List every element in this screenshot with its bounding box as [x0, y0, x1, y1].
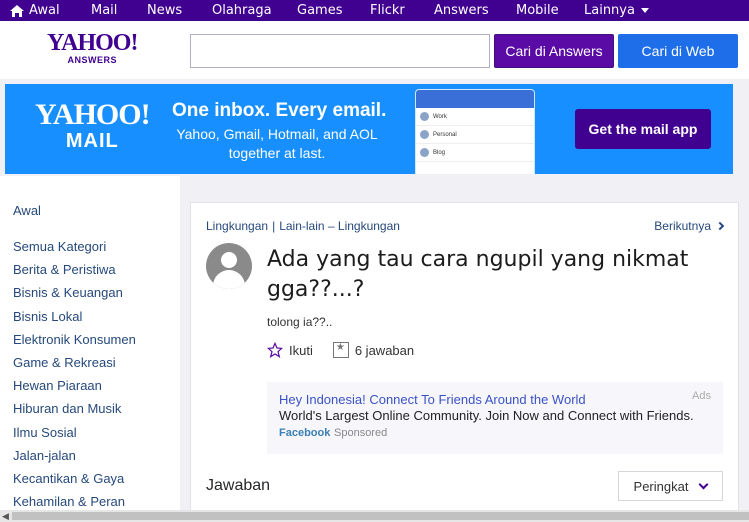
header: YAHOO! ANSWERS Cari di Answers Cari di W…	[0, 21, 749, 79]
sidebar-item[interactable]: Semua Kategori	[13, 239, 136, 262]
sidebar-item[interactable]: Bisnis & Keuangan	[13, 285, 136, 308]
ad-source[interactable]: Facebook	[279, 427, 330, 439]
banner-headline: One inbox. Every email.	[172, 100, 387, 121]
answers-icon	[332, 342, 349, 358]
sidebar-item[interactable]: Bisnis Lokal	[13, 309, 136, 332]
phone-row-label: Blog	[433, 149, 446, 156]
ad-title[interactable]: Hey Indonesia! Connect To Friends Around…	[279, 392, 586, 407]
yahoo-answers-logo[interactable]: YAHOO! ANSWERS	[47, 30, 138, 65]
sidebar-item[interactable]: Hewan Piaraan	[13, 378, 136, 401]
star-outline-icon[interactable]	[267, 342, 283, 358]
follow-button[interactable]: Ikuti	[289, 343, 313, 358]
logo-main: YAHOO!	[47, 30, 138, 56]
sort-label: Peringkat	[633, 478, 689, 494]
sidebar-item[interactable]: Game & Rekreasi	[13, 355, 136, 378]
phone-row-label: Work	[433, 113, 447, 120]
answers-count[interactable]: 6 jawaban	[355, 343, 414, 358]
nav-mobile[interactable]: Mobile	[516, 3, 559, 18]
chevron-right-icon	[715, 221, 725, 231]
search-web-button[interactable]: Cari di Web	[618, 34, 738, 68]
ads-label: Ads	[692, 390, 711, 402]
search-answers-button[interactable]: Cari di Answers	[494, 34, 614, 68]
sidebar-item[interactable]: Berita & Peristiwa	[13, 262, 136, 285]
scroll-left-icon[interactable]: ◀	[2, 511, 9, 522]
ad-sponsored-label: Sponsored	[334, 427, 388, 439]
breadcrumb-lingkungan[interactable]: Lingkungan	[206, 219, 268, 233]
sidebar-item[interactable]: Elektronik Konsumen	[13, 332, 136, 355]
phone-mockup-image: Work Personal Blog	[415, 89, 535, 174]
category-list: Semua Kategori Berita & Peristiwa Bisnis…	[13, 239, 136, 517]
breadcrumb: Lingkungan | Lain-lain – Lingkungan	[206, 219, 400, 233]
logo-sub: ANSWERS	[67, 55, 117, 65]
question-title: Ada yang tau cara ngupil yang nikmat gga…	[267, 247, 689, 302]
avatar[interactable]	[206, 243, 252, 289]
sidebar-item-home[interactable]: Awal	[13, 203, 41, 218]
yahoo-mail-logo: YAHOO! MAIL	[35, 98, 151, 153]
ad-description: World's Largest Online Community. Join N…	[279, 408, 694, 423]
nav-news[interactable]: News	[147, 3, 182, 18]
next-label: Berikutnya	[654, 219, 711, 233]
get-mail-app-button[interactable]: Get the mail app	[575, 109, 711, 149]
category-sidebar: Awal Semua Kategori Berita & Peristiwa B…	[0, 176, 180, 516]
nav-olahraga[interactable]: Olahraga	[212, 3, 272, 18]
search-input[interactable]	[190, 34, 490, 68]
yahoo-mail-ad-banner[interactable]: YAHOO! MAIL One inbox. Every email. Yaho…	[5, 84, 733, 174]
sidebar-item[interactable]: Hiburan dan Musik	[13, 401, 136, 424]
question-body: tolong ia??..	[267, 315, 333, 329]
breadcrumb-lain-lain[interactable]: Lain-lain – Lingkungan	[279, 219, 400, 233]
caret-down-icon	[640, 8, 649, 13]
nav-flickr[interactable]: Flickr	[370, 3, 405, 18]
question-actions: Ikuti 6 jawaban	[267, 342, 414, 358]
question-card: Lingkungan | Lain-lain – Lingkungan Beriku…	[190, 202, 739, 522]
answers-heading: Jawaban	[206, 477, 271, 494]
nav-more[interactable]: Lainnya	[584, 3, 649, 18]
nav-home-label: Awal	[29, 3, 60, 18]
nav-mail[interactable]: Mail	[91, 3, 117, 18]
banner-logo-line2: MAIL	[65, 130, 119, 152]
nav-home[interactable]: Awal	[10, 3, 60, 18]
horizontal-scrollbar[interactable]: ◀	[0, 510, 749, 522]
banner-subtext: Yahoo, Gmail, Hotmail, and AOL together …	[176, 126, 378, 161]
banner-logo-line1: YAHOO!	[35, 98, 151, 131]
home-icon	[10, 4, 24, 17]
chevron-down-icon	[699, 479, 709, 489]
phone-row-label: Personal	[433, 131, 457, 138]
breadcrumb-separator: |	[272, 219, 276, 233]
nav-more-label: Lainnya	[584, 3, 635, 18]
top-nav: Awal Mail News Olahraga Games Flickr Ans…	[0, 0, 749, 21]
scrollbar-thumb[interactable]	[12, 512, 749, 520]
sidebar-item[interactable]: Kecantikan & Gaya	[13, 471, 136, 494]
sponsored-ad[interactable]: Hey Indonesia! Connect To Friends Around…	[267, 382, 723, 454]
next-question-link[interactable]: Berikutnya	[654, 219, 725, 233]
nav-answers[interactable]: Answers	[434, 3, 489, 18]
sidebar-item[interactable]: Ilmu Sosial	[13, 425, 136, 448]
sort-dropdown[interactable]: Peringkat	[618, 471, 723, 501]
sidebar-item[interactable]: Jalan-jalan	[13, 448, 136, 471]
nav-games[interactable]: Games	[297, 3, 342, 18]
